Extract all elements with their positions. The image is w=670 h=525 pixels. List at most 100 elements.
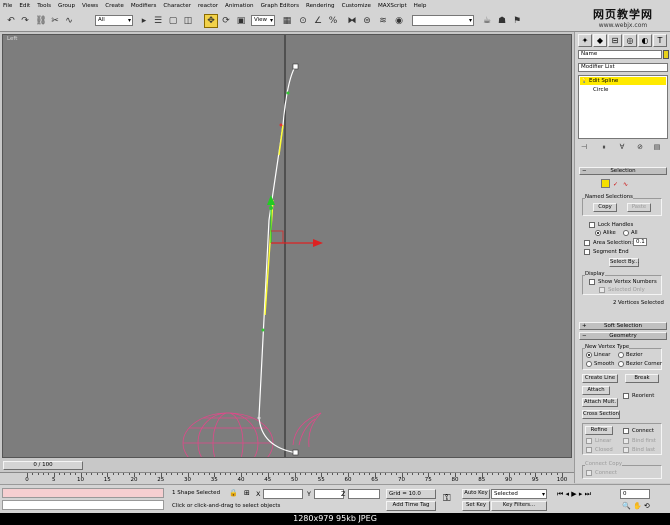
bind-last-checkbox[interactable] bbox=[623, 447, 629, 453]
set-key-button[interactable]: Set Key bbox=[462, 501, 490, 511]
timeline-ruler[interactable]: 0 5 10 15 20 25 30 35 40 45 50 55 60 65 70 75 80 85 90 95 10… bbox=[0, 472, 574, 484]
left-viewport[interactable]: Left bbox=[2, 34, 572, 458]
reorient-checkbox[interactable] bbox=[623, 393, 629, 399]
x-coord-field[interactable] bbox=[263, 489, 303, 499]
next-frame-icon[interactable]: ▸ bbox=[579, 490, 583, 498]
refine-button[interactable]: Refine bbox=[585, 426, 613, 435]
rectangular-selection-icon[interactable]: ▢ bbox=[166, 14, 180, 28]
select-and-rotate-icon[interactable]: ⟳ bbox=[219, 14, 233, 28]
utilities-tab-icon[interactable]: T bbox=[653, 34, 667, 47]
select-and-scale-icon[interactable]: ▣ bbox=[234, 14, 248, 28]
mirror-icon[interactable]: ⧓ bbox=[345, 14, 359, 28]
select-by-button[interactable]: Select By... bbox=[609, 258, 639, 267]
display-tab-icon[interactable]: ◐ bbox=[638, 34, 652, 47]
menu-modifiers[interactable]: Modifiers bbox=[131, 3, 157, 9]
selection-filter-dropdown[interactable]: All bbox=[95, 15, 133, 26]
bind-space-warp-icon[interactable]: ∿ bbox=[62, 14, 76, 28]
show-vertex-numbers-checkbox[interactable] bbox=[589, 279, 595, 285]
menu-tools[interactable]: Tools bbox=[37, 3, 51, 9]
linear-radio[interactable] bbox=[586, 352, 592, 358]
paste-button[interactable]: Paste bbox=[627, 203, 651, 212]
current-frame-field[interactable]: 0 bbox=[620, 489, 650, 499]
time-slider-track[interactable] bbox=[0, 460, 574, 471]
alike-radio[interactable] bbox=[595, 230, 601, 236]
render-setup-icon[interactable]: ☕ bbox=[480, 14, 494, 28]
spline-mode-icon[interactable]: ∿ bbox=[623, 181, 628, 188]
named-selection-sets-dropdown[interactable] bbox=[412, 15, 474, 26]
connect-copy-checkbox[interactable] bbox=[586, 470, 592, 476]
absolute-mode-icon[interactable]: ⊞ bbox=[244, 489, 250, 497]
play-icon[interactable]: ▶ bbox=[571, 490, 576, 498]
lock-handles-checkbox[interactable] bbox=[589, 222, 595, 228]
menu-maxscript[interactable]: MAXScript bbox=[378, 3, 407, 9]
snap-toggle-icon[interactable]: ⊙ bbox=[296, 14, 310, 28]
menu-graph-editors[interactable]: Graph Editors bbox=[261, 3, 299, 9]
soft-selection-rollout-header[interactable]: + Soft Selection bbox=[579, 322, 667, 330]
previous-frame-icon[interactable]: ◂ bbox=[566, 490, 570, 498]
auto-key-button[interactable]: Auto Key bbox=[462, 489, 490, 499]
select-and-move-icon[interactable]: ✥ bbox=[204, 14, 218, 28]
lock-selection-icon[interactable]: 🔒 bbox=[229, 489, 238, 497]
menu-file[interactable]: File bbox=[3, 3, 12, 9]
menu-group[interactable]: Group bbox=[58, 3, 75, 9]
bezier-radio[interactable] bbox=[618, 352, 624, 358]
copy-button[interactable]: Copy bbox=[593, 203, 617, 212]
bezier-corner-radio[interactable] bbox=[618, 361, 624, 367]
key-icon[interactable]: ⚿ bbox=[443, 493, 451, 504]
align-icon[interactable]: ⊜ bbox=[360, 14, 374, 28]
go-to-end-icon[interactable]: ⏭ bbox=[585, 490, 591, 498]
area-selection-field[interactable]: 0.1 bbox=[633, 238, 647, 246]
pan-icon[interactable]: ✋ bbox=[633, 502, 642, 510]
area-selection-checkbox[interactable] bbox=[584, 240, 590, 246]
quick-render-icon[interactable]: ☗ bbox=[495, 14, 509, 28]
select-object-icon[interactable]: ▸ bbox=[137, 14, 151, 28]
y-coord-field[interactable] bbox=[314, 489, 344, 499]
show-end-result-icon[interactable]: ⏸ bbox=[599, 142, 609, 152]
go-to-start-icon[interactable]: ⏮ bbox=[557, 490, 563, 498]
closed-checkbox[interactable] bbox=[586, 447, 592, 453]
linear-checkbox[interactable] bbox=[586, 438, 592, 444]
zoom-icon[interactable]: 🔍 bbox=[622, 502, 631, 510]
stack-item-edit-spline[interactable]: Edit Spline bbox=[580, 77, 666, 85]
attach-mult-button[interactable]: Attach Mult. bbox=[582, 398, 618, 407]
all-radio[interactable] bbox=[623, 230, 629, 236]
unlink-icon[interactable]: ✂ bbox=[48, 14, 62, 28]
object-color-swatch[interactable] bbox=[663, 50, 669, 59]
connect-checkbox[interactable] bbox=[623, 428, 629, 434]
segment-end-checkbox[interactable] bbox=[584, 249, 590, 255]
cross-section-button[interactable]: Cross Section bbox=[582, 410, 620, 419]
selected-only-checkbox[interactable] bbox=[599, 287, 605, 293]
maxscript-listener-top[interactable] bbox=[2, 488, 164, 498]
make-unique-icon[interactable]: ∀ bbox=[617, 142, 627, 152]
reference-coordinate-dropdown[interactable]: View bbox=[251, 15, 275, 26]
material-editor-icon[interactable]: ◉ bbox=[392, 14, 406, 28]
menu-reactor[interactable]: reactor bbox=[198, 3, 218, 9]
curve-editor-icon[interactable]: ≋ bbox=[376, 14, 390, 28]
menu-views[interactable]: Views bbox=[82, 3, 98, 9]
create-line-button[interactable]: Create Line bbox=[582, 374, 618, 383]
render-icon[interactable]: ⚑ bbox=[510, 14, 524, 28]
lightbulb-icon[interactable]: 💡 bbox=[581, 78, 587, 84]
hierarchy-tab-icon[interactable]: ⊟ bbox=[608, 34, 622, 47]
create-tab-icon[interactable]: ✦ bbox=[578, 34, 592, 47]
break-button[interactable]: Break bbox=[625, 374, 659, 383]
percent-snap-icon[interactable]: % bbox=[326, 14, 340, 28]
motion-tab-icon[interactable]: ◎ bbox=[623, 34, 637, 47]
menu-create[interactable]: Create bbox=[105, 3, 124, 9]
menu-rendering[interactable]: Rendering bbox=[306, 3, 335, 9]
segment-mode-icon[interactable]: ✓ bbox=[613, 181, 618, 188]
pivot-center-icon[interactable]: ▦ bbox=[280, 14, 294, 28]
pin-stack-icon[interactable]: ⊣ bbox=[579, 142, 589, 152]
modifier-list-dropdown[interactable]: Modifier List bbox=[578, 63, 668, 72]
bind-first-checkbox[interactable] bbox=[623, 438, 629, 444]
selection-set-dropdown[interactable]: Selected bbox=[491, 489, 547, 499]
menu-edit[interactable]: Edit bbox=[19, 3, 30, 9]
menu-animation[interactable]: Animation bbox=[225, 3, 254, 9]
menu-character[interactable]: Character bbox=[163, 3, 191, 9]
modify-tab-icon[interactable]: ◆ bbox=[593, 34, 607, 47]
menu-customize[interactable]: Customize bbox=[342, 3, 371, 9]
time-slider-thumb[interactable]: 0 / 100 bbox=[3, 461, 83, 470]
window-crossing-icon[interactable]: ◫ bbox=[181, 14, 195, 28]
angle-snap-icon[interactable]: ∠ bbox=[311, 14, 325, 28]
smooth-radio[interactable] bbox=[586, 361, 592, 367]
